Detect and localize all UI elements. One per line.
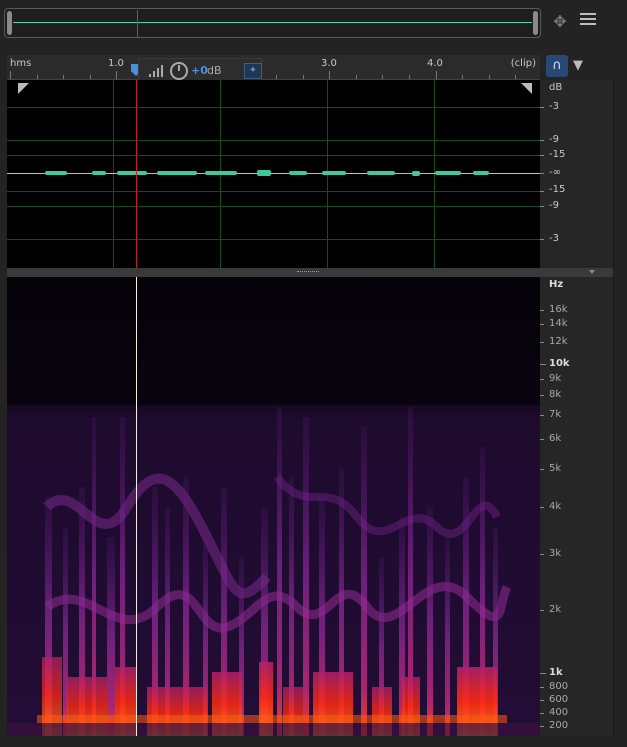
hz-label: 12k — [549, 336, 568, 347]
hz-label: 400 — [549, 707, 569, 718]
ruler-tick-label: 3.0 — [321, 58, 337, 69]
gain-value[interactable]: +0 — [191, 64, 208, 77]
db-label: -9 — [549, 200, 559, 211]
chevron-down-icon[interactable] — [589, 270, 595, 274]
overview-scrollbar[interactable] — [4, 8, 541, 38]
waveform-view[interactable] — [7, 80, 540, 268]
db-label: -9 — [549, 134, 559, 145]
spectral-playhead — [136, 277, 137, 736]
db-label: -∞ — [549, 167, 561, 178]
hz-label: 14k — [549, 318, 568, 329]
hz-label: 600 — [549, 694, 569, 705]
frequency-scale: Hz 16k 14k 12k 10k 9k 8k 7k 6k 5k 4k 3k 2k 1k 800 600 4… — [540, 277, 613, 736]
vertical-scrollbar[interactable] — [613, 80, 627, 736]
spectral-frequency-display[interactable] — [7, 277, 540, 736]
overview-playhead — [137, 10, 138, 37]
ruler-hms-label: hms — [10, 58, 32, 69]
hz-label: 5k — [549, 463, 562, 474]
fade-in-corner-icon[interactable] — [18, 83, 29, 94]
gain-unit: dB — [207, 64, 222, 77]
spectrogram-image — [7, 277, 540, 736]
zoom-navigate-icon[interactable]: ✥ — [551, 13, 569, 31]
db-label: -15 — [549, 184, 566, 195]
fade-out-corner-icon[interactable] — [521, 83, 532, 94]
db-scale: dB -3 -9 -15 -∞ -15 -9 -3 — [540, 80, 613, 268]
overview-waveform — [13, 22, 532, 23]
db-unit-label: dB — [549, 82, 563, 93]
ruler-tick-label: 4.0 — [427, 58, 443, 69]
ruler-clip-label: (clip) — [510, 58, 536, 69]
hz-label: 8k — [549, 389, 562, 400]
hz-label: 1k — [549, 667, 563, 678]
db-label: -3 — [549, 233, 559, 244]
magnet-snap-icon[interactable]: ∩ — [546, 55, 568, 77]
level-meter-icon — [149, 65, 165, 77]
panel-menu-icon[interactable] — [580, 13, 596, 29]
hz-label: 800 — [549, 681, 569, 692]
splitter-grip[interactable] — [297, 271, 319, 274]
hz-label: 7k — [549, 409, 562, 420]
waveform-playhead — [136, 80, 137, 268]
hz-label: 4k — [549, 501, 562, 512]
gain-knob[interactable] — [170, 62, 188, 80]
hz-label: 9k — [549, 373, 562, 384]
view-splitter[interactable] — [7, 268, 613, 277]
hz-label: 3k — [549, 548, 562, 559]
time-ruler[interactable]: hms 1.0 3.0 4.0 (clip) — [7, 55, 540, 80]
db-label: -15 — [549, 149, 566, 160]
marker-pin-icon[interactable]: ▼ — [572, 56, 584, 76]
hz-label: 200 — [549, 720, 569, 731]
pin-icon[interactable]: ✦ — [244, 63, 262, 79]
ruler-tick-label: 1.0 — [108, 58, 124, 69]
hz-label: 10k — [549, 358, 570, 369]
hz-unit-label: Hz — [549, 279, 564, 290]
hz-label: 16k — [549, 304, 568, 315]
overview-right-handle[interactable] — [533, 11, 538, 35]
hz-label: 2k — [549, 604, 562, 615]
hz-label: 6k — [549, 433, 562, 444]
db-label: -3 — [549, 101, 559, 112]
overview-left-handle[interactable] — [7, 11, 12, 35]
